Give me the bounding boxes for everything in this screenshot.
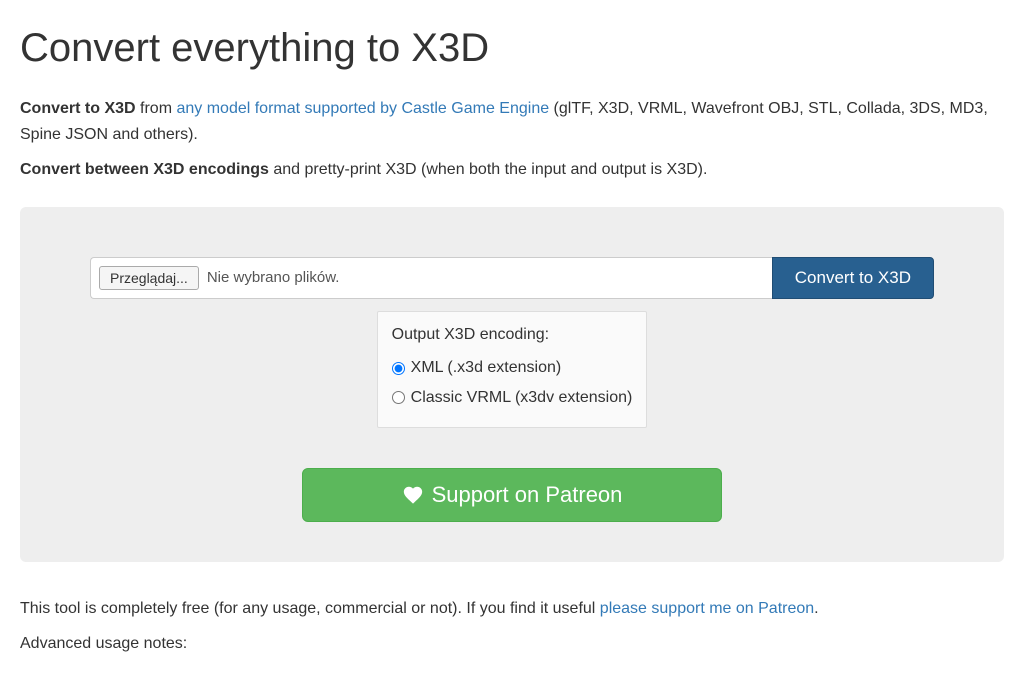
encoding-radio-classic[interactable] xyxy=(392,391,405,404)
encoding-legend: Output X3D encoding: xyxy=(392,322,633,348)
browse-button[interactable]: Przeglądaj... xyxy=(99,266,199,290)
patreon-label: Support on Patreon xyxy=(432,482,623,508)
free-suffix: . xyxy=(814,600,818,617)
intro-line-2: Convert between X3D encodings and pretty… xyxy=(20,157,1004,183)
encoding-classic-label: Classic VRML (x3dv extension) xyxy=(411,385,633,411)
converter-panel: Przeglądaj... Nie wybrano plików. Conver… xyxy=(20,207,1004,562)
intro-line-1: Convert to X3D from any model format sup… xyxy=(20,96,1004,147)
file-input-area[interactable]: Przeglądaj... Nie wybrano plików. xyxy=(90,257,772,299)
file-input-row: Przeglądaj... Nie wybrano plików. Conver… xyxy=(90,257,934,299)
convert-button[interactable]: Convert to X3D xyxy=(772,257,934,299)
encoding-option-classic[interactable]: Classic VRML (x3dv extension) xyxy=(392,385,633,411)
supported-formats-link[interactable]: any model format supported by Castle Gam… xyxy=(176,100,549,117)
encoding-xml-label: XML (.x3d extension) xyxy=(411,355,562,381)
file-status-text: Nie wybrano plików. xyxy=(207,266,340,290)
free-prefix: This tool is completely free (for any us… xyxy=(20,600,600,617)
free-note: This tool is completely free (for any us… xyxy=(20,596,1004,622)
encoding-option-xml[interactable]: XML (.x3d extension) xyxy=(392,355,633,381)
encoding-options-box: Output X3D encoding: XML (.x3d extension… xyxy=(377,311,648,428)
heart-icon xyxy=(402,484,424,506)
encoding-radio-xml[interactable] xyxy=(392,362,405,375)
page-title: Convert everything to X3D xyxy=(20,16,1004,80)
intro1-strong: Convert to X3D xyxy=(20,100,136,117)
intro2-strong: Convert between X3D encodings xyxy=(20,161,269,178)
intro1-mid: from xyxy=(136,100,177,117)
patreon-button[interactable]: Support on Patreon xyxy=(302,468,722,522)
intro2-tail: and pretty-print X3D (when both the inpu… xyxy=(269,161,707,178)
advanced-notes-label: Advanced usage notes: xyxy=(20,631,1004,657)
patreon-link[interactable]: please support me on Patreon xyxy=(600,600,814,617)
